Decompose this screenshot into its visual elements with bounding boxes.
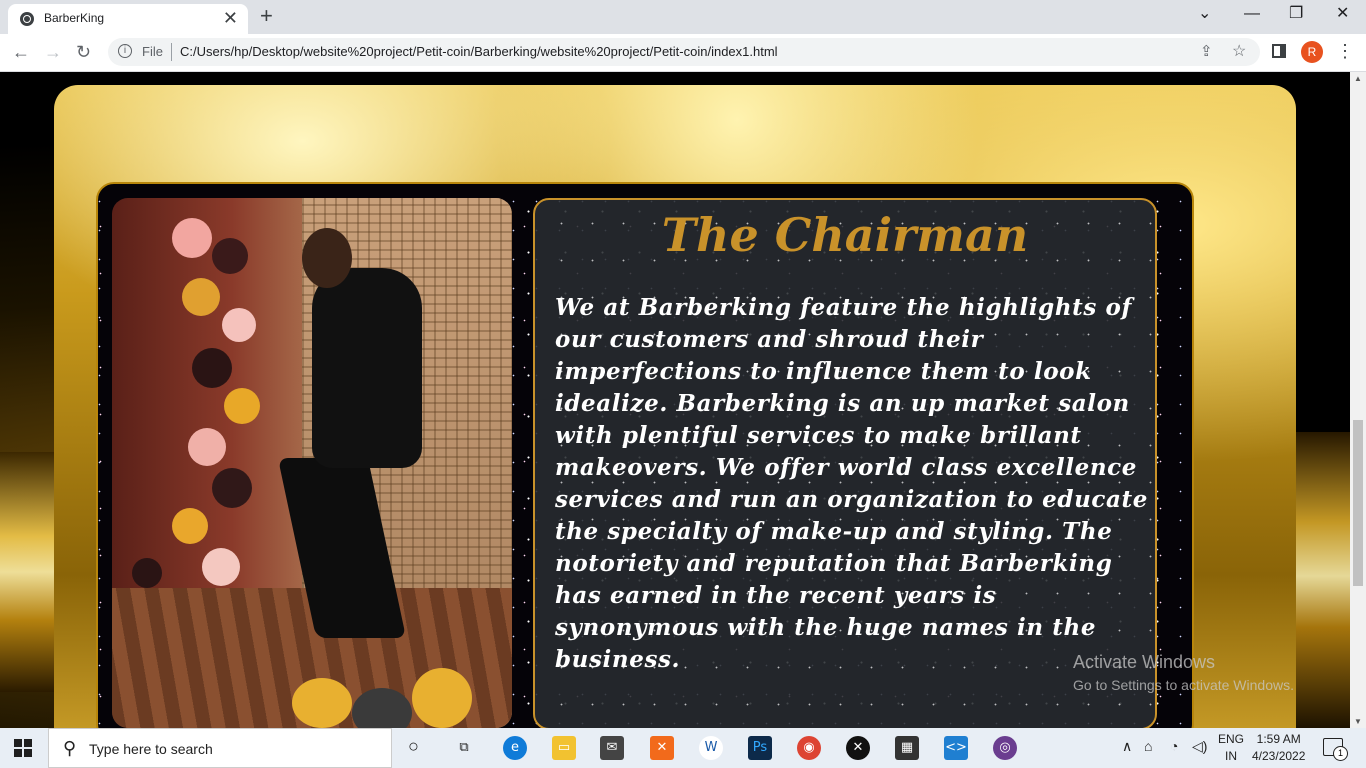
balloon <box>182 278 220 316</box>
github-desktop-icon[interactable]: ◎ <box>993 736 1017 760</box>
profile-avatar[interactable]: R <box>1301 41 1323 63</box>
xampp-icon[interactable]: ✕ <box>650 736 674 760</box>
search-placeholder: Type here to search <box>89 741 213 757</box>
region-code: IN <box>1225 749 1237 763</box>
balloon <box>132 558 162 588</box>
balloon <box>224 388 260 424</box>
taskbar-search-box[interactable]: ⚲ Type here to search <box>48 728 392 768</box>
browser-tab-strip: BarberKing ✕ + ⌄ — ❐ ✕ <box>0 0 1366 34</box>
network-device-icon[interactable]: ⌂ <box>1144 738 1152 754</box>
person-head <box>302 228 352 288</box>
balloon <box>192 348 232 388</box>
chevron-up-icon[interactable]: ∧ <box>1122 738 1132 755</box>
volume-icon[interactable]: ◁) <box>1192 738 1207 755</box>
balloon <box>412 668 472 728</box>
person-body <box>312 268 422 468</box>
vscode-icon[interactable]: <> <box>944 736 968 760</box>
section-body: We at Barberking feature the highlights … <box>555 294 1148 673</box>
scrollbar-thumb[interactable] <box>1353 420 1363 586</box>
edge-icon[interactable]: e <box>503 736 527 760</box>
watermark-title: Activate Windows <box>1073 652 1216 672</box>
chrome-icon[interactable]: ◉ <box>797 736 821 760</box>
share-icon[interactable]: ⇪ <box>1200 42 1213 60</box>
bookmark-star-icon[interactable]: ☆ <box>1232 41 1246 61</box>
address-bar[interactable]: i File C:/Users/hp/Desktop/website%20pro… <box>108 38 1260 66</box>
cortana-icon[interactable]: ○ <box>408 736 419 757</box>
clock-time: 1:59 AM <box>1256 732 1301 746</box>
page-scrollbar[interactable]: ▲ ▼ <box>1350 72 1366 728</box>
xbox-icon[interactable]: ✕ <box>846 736 870 760</box>
notification-count: 1 <box>1333 746 1348 761</box>
minimize-button[interactable]: — <box>1244 4 1260 24</box>
tab-title: BarberKing <box>44 11 105 25</box>
clock-date: 4/23/2022 <box>1252 749 1306 763</box>
chairman-text-card: The Chairman We at Barberking feature th… <box>533 198 1157 728</box>
gold-swirl-left <box>0 452 60 692</box>
window-close-button[interactable]: ✕ <box>1336 4 1349 24</box>
watermark-subtitle: Go to Settings to activate Windows. <box>1073 677 1294 693</box>
scroll-up-icon[interactable]: ▲ <box>1354 74 1362 83</box>
windows-taskbar: ⚲ Type here to search ○ ⧉ e ▭ ✉ ✕ W Ps ◉… <box>0 728 1366 768</box>
section-heading: The Chairman <box>661 208 1029 262</box>
balloon <box>202 548 240 586</box>
wifi-icon[interactable]: ◔ <box>1170 738 1178 754</box>
mail-icon[interactable]: ✉ <box>600 736 624 760</box>
url-text[interactable]: C:/Users/hp/Desktop/website%20project/Pe… <box>180 44 778 59</box>
scroll-down-icon[interactable]: ▼ <box>1354 717 1362 726</box>
new-tab-button[interactable]: + <box>260 4 273 28</box>
word-app-icon[interactable]: W <box>699 736 723 760</box>
language-indicator[interactable]: ENG IN <box>1218 731 1244 765</box>
file-scheme-label: File <box>142 44 163 59</box>
side-panel-icon[interactable] <box>1272 44 1286 58</box>
system-clock[interactable]: 1:59 AM 4/23/2022 <box>1252 731 1305 765</box>
store-icon[interactable]: ▦ <box>895 736 919 760</box>
balloon <box>212 468 252 508</box>
page-viewport: The Chairman We at Barberking feature th… <box>0 72 1350 728</box>
chairman-photo <box>112 198 512 728</box>
menu-kebab-icon[interactable]: ⋮ <box>1336 40 1354 62</box>
balloon <box>172 508 208 544</box>
balloon <box>212 238 248 274</box>
globe-icon <box>20 12 34 26</box>
restore-button[interactable]: ❐ <box>1289 4 1303 24</box>
address-divider <box>171 43 172 61</box>
photoshop-icon[interactable]: Ps <box>748 736 772 760</box>
windows-start-icon[interactable] <box>14 739 32 757</box>
tab-close-button[interactable]: ✕ <box>223 8 238 28</box>
balloon <box>292 678 352 728</box>
search-icon: ⚲ <box>63 738 77 758</box>
balloon <box>222 308 256 342</box>
language-code: ENG <box>1218 732 1245 746</box>
activate-windows-watermark: Activate Windows Go to Settings to activ… <box>1073 652 1294 693</box>
browser-toolbar: ← → ↻ i File C:/Users/hp/Desktop/website… <box>0 34 1366 72</box>
gold-swirl-right <box>1290 432 1350 728</box>
forward-arrow-icon[interactable]: → <box>44 42 62 62</box>
info-icon[interactable]: i <box>118 44 132 58</box>
balloon <box>188 428 226 466</box>
notification-center-icon[interactable]: 1 <box>1323 738 1348 761</box>
browser-tab[interactable]: BarberKing ✕ <box>8 4 248 34</box>
balloon <box>172 218 212 258</box>
back-arrow-icon[interactable]: ← <box>12 42 30 62</box>
file-explorer-icon[interactable]: ▭ <box>552 736 576 760</box>
task-view-icon[interactable]: ⧉ <box>452 736 476 760</box>
reload-icon[interactable]: ↻ <box>76 42 91 62</box>
tab-search-button[interactable]: ⌄ <box>1198 4 1211 24</box>
